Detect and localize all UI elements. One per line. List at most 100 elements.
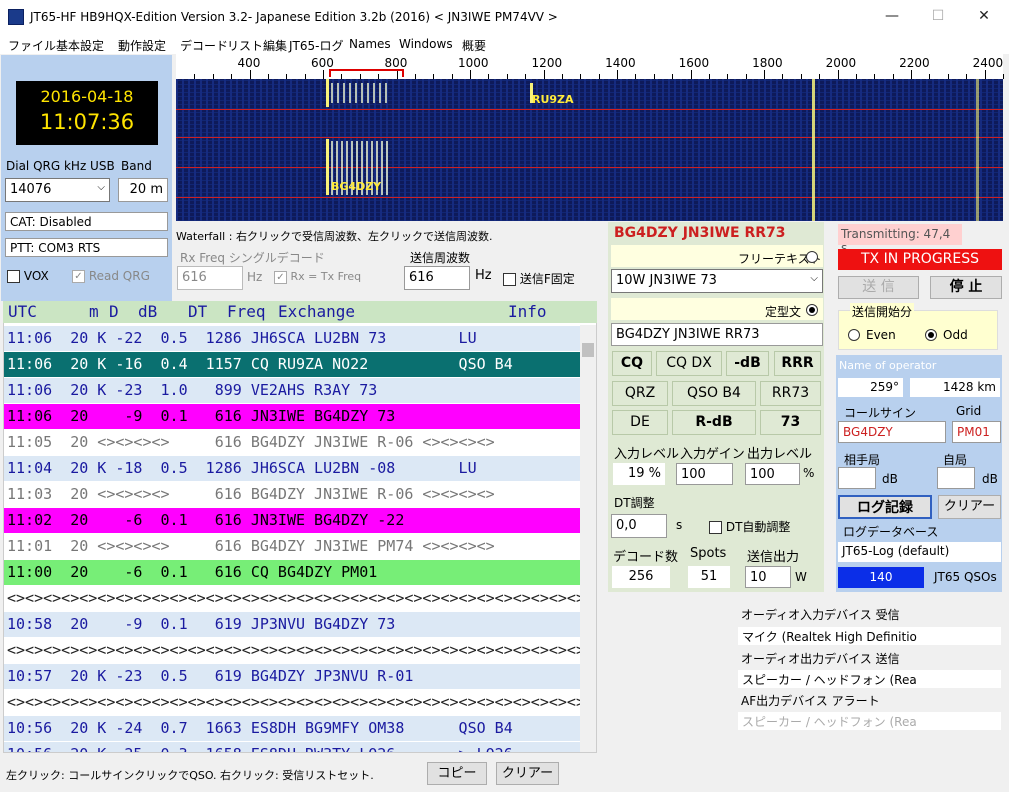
fixed-text-field[interactable]: BG4DZY JN3IWE RR73: [611, 323, 823, 346]
cq-dx-button[interactable]: CQ DX: [656, 351, 722, 376]
my-db-field[interactable]: [937, 467, 975, 489]
de-button[interactable]: DE: [612, 410, 668, 435]
tx-freq-label: 送信周波数: [410, 251, 471, 265]
decode-row[interactable]: 10:57 20 K -23 0.5 619 BG4DZY JP3NVU R-0…: [4, 664, 580, 689]
frequency-scale: 400 600 800 1000 1200 1400 1600 1800 2000 2200 240…: [176, 54, 1004, 79]
chevron-down-icon: ⌵: [810, 273, 818, 284]
send-button[interactable]: 送 信: [838, 276, 919, 299]
fixed-text-radio[interactable]: [806, 304, 818, 316]
list-scrollbar[interactable]: [580, 325, 596, 752]
decode-count-value: 256: [612, 566, 670, 588]
output-level-spinner[interactable]: 100: [745, 463, 800, 485]
decode-row[interactable]: 11:02 20 -6 0.1 616 JN3IWE BG4DZY -22: [4, 508, 580, 533]
decode-row[interactable]: 10:56 20 K -24 0.7 1663 ES8DH BG9MFY OM3…: [4, 716, 580, 741]
tx-fixed-checkbox[interactable]: 送信F固定: [503, 270, 575, 287]
waterfall-display[interactable]: RU9ZA BG4DZY: [176, 79, 1003, 221]
menu-decode[interactable]: デコード: [180, 37, 228, 54]
band-field[interactable]: 20 m: [118, 178, 168, 202]
decode-row[interactable]: 11:03 20 <><><><> 616 BG4DZY JN3IWE R-06…: [4, 482, 580, 507]
menu-windows[interactable]: Windows: [399, 37, 453, 51]
scale-tick: [617, 70, 619, 79]
qso-b4-button[interactable]: QSO B4: [672, 381, 756, 406]
menu-names[interactable]: Names: [349, 37, 391, 51]
rx-eq-tx-checkbox[interactable]: ✓ Rx = Tx Freq: [274, 270, 361, 284]
menu-jt65-log[interactable]: JT65-ログ: [289, 37, 343, 54]
my-db-unit: dB: [982, 472, 998, 486]
free-text-select[interactable]: 10W JN3IWE 73 ⌵: [611, 269, 823, 293]
close-button[interactable]: ✕: [964, 8, 1004, 28]
watt-label: W: [795, 570, 807, 584]
stop-button[interactable]: 停 止: [930, 276, 1002, 299]
read-qrg-checkbox[interactable]: ✓ Read QRG: [72, 269, 150, 283]
scale-label: 2000: [825, 56, 857, 70]
list-clear-button[interactable]: クリアー: [496, 762, 559, 785]
even-radio[interactable]: [848, 329, 860, 341]
header-db: dB: [138, 302, 158, 321]
callsign-clear-button[interactable]: クリアー: [938, 495, 1001, 519]
scrollbar-thumb[interactable]: [582, 343, 594, 357]
decode-row[interactable]: 11:06 20 K -16 0.4 1157 CQ RU9ZA NO22 QS…: [4, 352, 580, 377]
73-button[interactable]: 73: [760, 410, 821, 435]
menu-list-edit[interactable]: リスト編集: [227, 37, 287, 54]
free-text-radio[interactable]: [806, 251, 818, 263]
scale-tick: [543, 70, 545, 79]
minimize-button[interactable]: —: [872, 8, 912, 28]
menu-operation-settings[interactable]: 動作設定: [118, 37, 166, 54]
dial-qrg-label: Dial QRG kHz USB: [6, 159, 115, 173]
dt-spinner[interactable]: 0,0: [611, 514, 667, 538]
callsign-label: コールサイン: [844, 406, 917, 420]
decode-row[interactable]: 11:01 20 <><><><> 616 BG4DZY JN3IWE PM74…: [4, 534, 580, 559]
their-db-field[interactable]: [838, 467, 876, 489]
dt-auto-label: DT自動調整: [725, 520, 791, 534]
scale-tick: [1003, 74, 1004, 79]
menu-basic-settings[interactable]: 基本設定: [56, 37, 104, 54]
tx-hz-label: Hz: [475, 268, 492, 283]
tx-freq-field[interactable]: 616: [404, 266, 470, 290]
tx-power-field[interactable]: 10: [745, 566, 791, 588]
decode-row[interactable]: 10:56 20 K -25 0.3 1658 ES8DH RW3TY LO26…: [4, 742, 580, 752]
dial-qrg-select[interactable]: 14076 ⌵: [5, 178, 110, 202]
log-db-field[interactable]: JT65-Log (default): [838, 542, 1001, 562]
decode-row[interactable]: 10:58 20 -9 0.1 619 JP3NVU BG4DZY 73: [4, 612, 580, 637]
callsign-field[interactable]: BG4DZY: [838, 421, 946, 443]
decode-row[interactable]: <><><><><><><><><><><><><><><><><><><><>…: [4, 638, 580, 663]
log-record-button[interactable]: ログ記録: [838, 495, 932, 519]
decode-row[interactable]: 11:04 20 K -18 0.5 1286 JH6SCA LU2BN -08…: [4, 456, 580, 481]
af-out-device[interactable]: スピーカー / ヘッドフォン (Rea: [738, 712, 1001, 730]
decode-row[interactable]: 11:06 20 K -23 1.0 899 VE2AHS R3AY 73: [4, 378, 580, 403]
decode-row[interactable]: 11:06 20 K -22 0.5 1286 JH6SCA LU2BN 73 …: [4, 326, 580, 351]
rr73-button[interactable]: RR73: [760, 381, 821, 406]
header-info: Info: [508, 302, 547, 321]
scale-label: 600: [311, 56, 334, 70]
input-level-value: 19 %: [613, 463, 665, 485]
operator-name-field[interactable]: Name of operator: [839, 359, 936, 372]
decode-list[interactable]: 11:06 20 K -22 0.5 1286 JH6SCA LU2BN 73 …: [3, 301, 597, 753]
cq-button[interactable]: CQ: [612, 351, 652, 376]
r-db-button[interactable]: R-dB: [672, 410, 756, 435]
app-icon: [8, 9, 24, 25]
decode-row[interactable]: 11:05 20 <><><><> 616 BG4DZY JN3IWE R-06…: [4, 430, 580, 455]
grid-field[interactable]: PM01: [952, 421, 1001, 443]
menu-about[interactable]: 概要: [462, 37, 486, 54]
dt-auto-checkbox[interactable]: DT自動調整: [709, 518, 790, 535]
audio-in-label: オーディオ入力デバイス 受信: [741, 608, 900, 622]
audio-out-device[interactable]: スピーカー / ヘッドフォン (Rea: [738, 670, 1001, 688]
decode-row[interactable]: <><><><><><><><><><><><><><><><><><><><>…: [4, 586, 580, 611]
menu-file[interactable]: ファイル: [8, 37, 56, 54]
maximize-button[interactable]: ☐: [918, 8, 958, 28]
audio-in-device[interactable]: マイク (Realtek High Definitio: [738, 627, 1001, 645]
decode-row[interactable]: 11:06 20 -9 0.1 616 JN3IWE BG4DZY 73: [4, 404, 580, 429]
rx-freq-field[interactable]: 616: [177, 266, 243, 290]
input-gain-spinner[interactable]: 100: [676, 463, 733, 485]
decode-row[interactable]: 11:00 20 -6 0.1 616 CQ BG4DZY PM01: [4, 560, 580, 585]
bearing-value: 259°: [838, 378, 903, 397]
decode-row[interactable]: <><><><><><><><><><><><><><><><><><><><>…: [4, 690, 580, 715]
scale-tick: [837, 70, 839, 79]
scale-tick: [911, 70, 913, 79]
odd-radio[interactable]: [925, 329, 937, 341]
copy-button[interactable]: コピー: [427, 762, 487, 785]
vox-checkbox[interactable]: VOX: [7, 269, 49, 283]
minus-db-button[interactable]: -dB: [726, 351, 769, 376]
rrr-button[interactable]: RRR: [774, 351, 821, 376]
qrz-button[interactable]: QRZ: [612, 381, 668, 406]
